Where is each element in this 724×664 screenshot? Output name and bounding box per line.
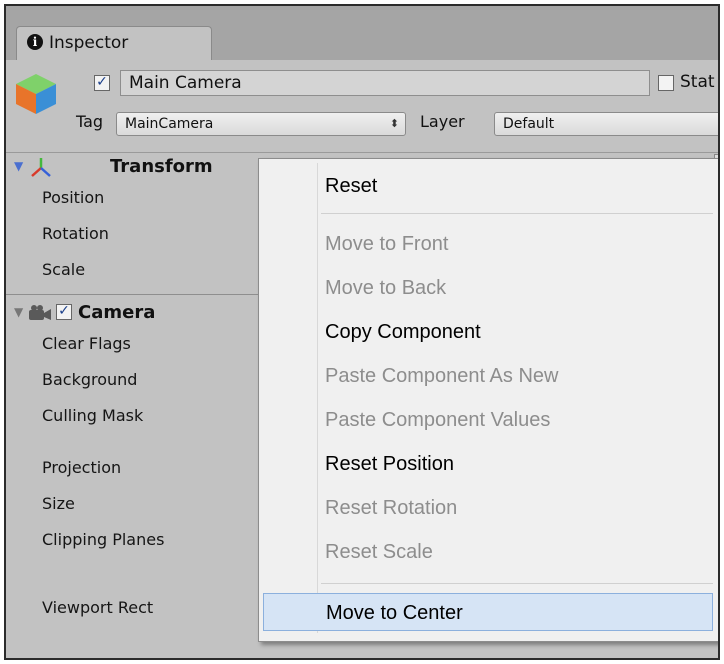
property-label: Culling Mask xyxy=(42,406,144,425)
static-label: Stat xyxy=(680,72,715,92)
menu-item-reset-rotation[interactable]: Reset Rotation xyxy=(263,489,713,527)
menu-item-move-to-front[interactable]: Move to Front xyxy=(263,225,713,263)
component-title: Transform xyxy=(110,156,213,177)
layer-label: Layer xyxy=(420,112,465,131)
property-label: Position xyxy=(42,188,105,207)
camera-enabled-checkbox[interactable]: ✓ xyxy=(56,304,72,320)
tag-dropdown[interactable]: MainCamera ⬍ xyxy=(116,112,406,136)
property-label: Clipping Planes xyxy=(42,530,165,549)
tab-label: Inspector xyxy=(49,33,129,53)
menu-item-reset-scale[interactable]: Reset Scale xyxy=(263,533,713,571)
property-label: Viewport Rect xyxy=(42,598,154,617)
menu-separator xyxy=(321,583,713,584)
dropdown-arrow-icon: ⬍ xyxy=(389,117,399,130)
component-title: Camera xyxy=(78,302,156,323)
property-label: Background xyxy=(42,370,138,389)
tab-inspector[interactable]: i Inspector xyxy=(16,26,212,62)
property-label: Clear Flags xyxy=(42,334,131,353)
menu-item-paste-component-as-new[interactable]: Paste Component As New xyxy=(263,357,713,395)
menu-item-copy-component[interactable]: Copy Component xyxy=(263,313,713,351)
object-header: ✓ Main Camera Stat Tag MainCamera ⬍ Laye… xyxy=(6,60,718,153)
layer-dropdown[interactable]: Default xyxy=(494,112,718,136)
gameobject-cube-icon xyxy=(16,74,56,114)
tab-strip: i Inspector xyxy=(6,6,718,62)
active-checkbox[interactable]: ✓ xyxy=(94,75,110,91)
inspector-window: i Inspector ✓ Main Camera Stat Tag MainC… xyxy=(4,4,720,660)
layer-value: Default xyxy=(503,116,555,132)
static-checkbox[interactable] xyxy=(658,75,674,91)
tag-label: Tag xyxy=(76,112,104,131)
menu-item-paste-component-values[interactable]: Paste Component Values xyxy=(263,401,713,439)
foldout-arrow-icon[interactable]: ▼ xyxy=(14,305,23,319)
info-icon: i xyxy=(27,34,43,50)
property-label: Size xyxy=(42,494,75,513)
property-label: Projection xyxy=(42,458,122,477)
menu-item-reset-position[interactable]: Reset Position xyxy=(263,445,713,483)
property-label: Rotation xyxy=(42,224,109,243)
transform-axes-icon xyxy=(31,158,51,177)
tag-value: MainCamera xyxy=(125,116,214,132)
property-label: Scale xyxy=(42,260,86,279)
camera-icon xyxy=(29,305,51,320)
object-name-field[interactable]: Main Camera xyxy=(120,70,650,96)
menu-item-move-to-back[interactable]: Move to Back xyxy=(263,269,713,307)
menu-item-move-to-center[interactable]: Move to Center xyxy=(263,593,713,631)
menu-separator xyxy=(321,213,713,214)
context-menu: Reset Move to Front Move to Back Copy Co… xyxy=(258,158,718,642)
foldout-arrow-icon[interactable]: ▼ xyxy=(14,159,23,173)
menu-item-reset[interactable]: Reset xyxy=(263,167,713,205)
